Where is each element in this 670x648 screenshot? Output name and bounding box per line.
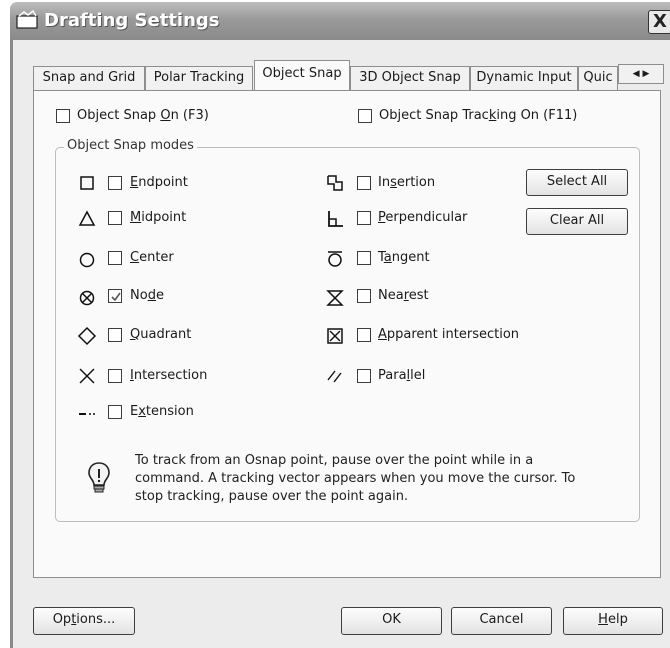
endpoint-label[interactable]: Endpoint [130, 175, 188, 190]
parallel-checkbox[interactable] [357, 369, 371, 383]
insertion-marker-icon [324, 172, 346, 194]
tangent-label[interactable]: Tangent [378, 250, 430, 265]
object-snap-tracking-on-checkbox[interactable] [358, 109, 372, 123]
diamond-marker-icon [76, 325, 98, 347]
help-button[interactable]: Help [563, 607, 663, 635]
tab-snap-and-grid[interactable]: Snap and Grid [33, 66, 145, 90]
apparent-intersection-marker-icon [324, 325, 346, 347]
tab-scroll-right-icon[interactable]: ▶ [642, 69, 649, 79]
extension-marker-icon [76, 402, 98, 424]
nearest-label[interactable]: Nearest [378, 288, 429, 303]
intersection-checkbox[interactable] [108, 369, 122, 383]
object-snap-on-checkbox[interactable] [56, 109, 70, 123]
nearest-checkbox[interactable] [357, 289, 371, 303]
intersection-label[interactable]: Intersection [130, 368, 207, 383]
midpoint-label[interactable]: Midpoint [130, 210, 186, 225]
quadrant-label[interactable]: Quadrant [130, 327, 191, 342]
quadrant-checkbox[interactable] [108, 328, 122, 342]
clear-all-button[interactable]: Clear All [526, 208, 628, 235]
node-marker-icon [76, 287, 98, 309]
perpendicular-checkbox[interactable] [357, 211, 371, 225]
object-snap-modes-title: Object Snap modes [64, 138, 197, 153]
window-title: Drafting Settings [44, 10, 220, 31]
insertion-checkbox[interactable] [357, 176, 371, 190]
tab-object-snap[interactable]: Object Snap [254, 60, 350, 90]
title-bar[interactable]: Drafting Settings [10, 2, 670, 40]
center-checkbox[interactable] [108, 251, 122, 265]
parallel-marker-icon [324, 365, 346, 387]
apparent-intersection-label[interactable]: Apparent intersection [378, 327, 519, 342]
object-snap-on-label[interactable]: Object Snap On (F3) [77, 108, 209, 123]
tab-quick-properties[interactable]: Quic [578, 66, 618, 90]
tab-scroll-left-icon[interactable]: ◀ [633, 69, 640, 79]
apparent-intersection-checkbox[interactable] [357, 328, 371, 342]
tangent-checkbox[interactable] [357, 251, 371, 265]
midpoint-checkbox[interactable] [108, 211, 122, 225]
extension-label[interactable]: Extension [130, 404, 194, 419]
insertion-label[interactable]: Insertion [378, 175, 435, 190]
options-button[interactable]: Options... [33, 607, 135, 635]
endpoint-checkbox[interactable] [108, 176, 122, 190]
close-button[interactable]: X [648, 10, 670, 34]
app-icon [16, 9, 38, 30]
object-snap-tracking-on-label[interactable]: Object Snap Tracking On (F11) [379, 108, 577, 123]
node-label[interactable]: Node [130, 288, 164, 303]
cancel-button[interactable]: Cancel [451, 607, 552, 635]
tab-3d-object-snap[interactable]: 3D Object Snap [350, 66, 470, 90]
tracking-hint-text: To track from an Osnap point, pause over… [135, 453, 576, 504]
perpendicular-label[interactable]: Perpendicular [378, 210, 467, 225]
x-marker-icon [76, 365, 98, 387]
circle-marker-icon [76, 249, 98, 271]
tab-scroll-arrows[interactable]: ◀ ▶ [618, 64, 664, 84]
parallel-label[interactable]: Parallel [378, 368, 425, 383]
square-marker-icon [76, 172, 98, 194]
tangent-marker-icon [324, 248, 346, 270]
checkmark-icon [111, 292, 121, 302]
extension-checkbox[interactable] [108, 405, 122, 419]
tab-dynamic-input[interactable]: Dynamic Input [470, 66, 578, 90]
select-all-button[interactable]: Select All [526, 169, 628, 196]
nearest-marker-icon [324, 287, 346, 309]
ok-button[interactable]: OK [341, 607, 442, 635]
node-checkbox[interactable] [108, 289, 122, 303]
center-label[interactable]: Center [130, 250, 174, 265]
perpendicular-marker-icon [324, 208, 346, 230]
triangle-marker-icon [76, 208, 98, 230]
lightbulb-icon [86, 461, 112, 495]
tab-polar-tracking[interactable]: Polar Tracking [145, 66, 253, 90]
